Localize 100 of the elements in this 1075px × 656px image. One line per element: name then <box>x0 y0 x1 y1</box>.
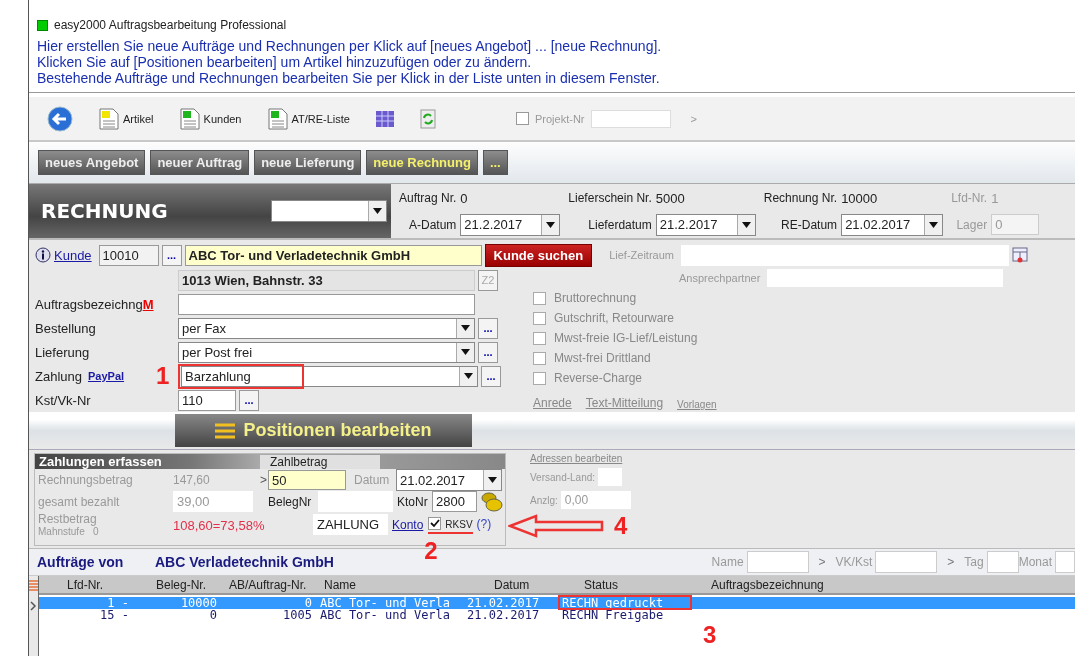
field-value: 0 <box>460 190 469 206</box>
toolbar-button[interactable]: Artikel <box>93 107 160 130</box>
field-label: Lieferschein Nr. <box>568 191 652 205</box>
table-cell-text: 1 - <box>106 597 129 609</box>
account-field[interactable]: 2800 <box>432 491 477 512</box>
window-title: easy2000 Auftragsbearbeitung Professional <box>54 18 287 32</box>
field-label: BelegNr <box>268 494 313 509</box>
date-dropdown[interactable]: 21.02.2017 <box>841 213 944 236</box>
date-dropdown[interactable]: 21.2.2017 <box>655 213 756 236</box>
toolbar-button[interactable]: Kunden <box>173 107 248 130</box>
dropdown[interactable]: per Post frei <box>178 341 475 363</box>
toolbar-button[interactable]: AT/RE-Liste <box>261 107 356 130</box>
field-value: 147,60 <box>173 473 211 487</box>
edit-positions-button[interactable]: Positionen bearbeiten <box>175 414 472 447</box>
table-cell-text: 10000 <box>179 597 217 609</box>
column-header[interactable]: AB/Auftrag-Nr. <box>229 577 324 592</box>
orders-title: Aufträge von <box>37 554 125 570</box>
deposit-field: 0,00 <box>560 491 631 509</box>
input-field[interactable]: 110 <box>178 389 236 411</box>
account-link[interactable]: Konto <box>392 518 424 532</box>
mandatory-mark: M <box>142 296 154 312</box>
annotation-number: 3 <box>703 623 718 647</box>
date-dropdown[interactable]: 21.2.2017 <box>460 213 561 236</box>
table-cell-text: 1005 <box>282 609 312 621</box>
more-button[interactable]: ... <box>161 244 182 266</box>
field-label: Bestellung <box>35 320 96 336</box>
field-label: Restbetrag <box>38 512 98 526</box>
more-button[interactable]: ... <box>239 389 259 411</box>
table-cell-text: 0 <box>208 609 217 621</box>
arrow-text: > <box>690 112 697 125</box>
option-label: Reverse-Charge <box>554 371 643 385</box>
table-cell-text: RECHN Freigabe <box>562 609 665 621</box>
more-button[interactable]: ... <box>478 341 498 363</box>
filter-label: Tag <box>964 555 984 569</box>
help-link[interactable]: (?) <box>476 517 492 531</box>
section-title: Zahlungen erfassen <box>35 454 260 469</box>
filter-label: VK/Kst <box>835 555 873 569</box>
table-cell-text: 21.02.2017 <box>467 609 541 621</box>
payment-text-field[interactable]: ZAHLUNG <box>313 514 388 535</box>
column-header[interactable]: Name <box>324 577 479 592</box>
customer-number-field[interactable]: 10010 <box>98 244 159 266</box>
field-label: Auftragsbezeichng <box>35 296 143 312</box>
column-header[interactable]: Beleg-Nr. <box>134 577 229 592</box>
more-button[interactable]: ... <box>481 365 501 387</box>
table-cell-text: 15 - <box>99 609 129 621</box>
field-label: Lieferung <box>35 344 90 360</box>
rest-value: 108,60=73,58% <box>173 518 266 533</box>
project-label: Projekt-Nr <box>535 112 585 125</box>
action-button[interactable]: neue Lieferung <box>254 150 362 175</box>
option-label: Gutschrift, Retourware <box>554 311 675 325</box>
column-header[interactable]: Datum <box>479 577 574 592</box>
field-value: 1 <box>991 190 1000 206</box>
field-label: KtoNr <box>397 494 429 509</box>
arrow-text: > <box>818 555 826 569</box>
annotation-number: 4 <box>614 514 628 538</box>
column-header[interactable]: Auftragsbezeichnung <box>711 577 911 592</box>
field-label: Lfd-Nr. <box>951 191 988 206</box>
field-label: Kst/Vk-Nr <box>35 392 91 408</box>
filter-label: Monat <box>1018 555 1052 569</box>
dropdown[interactable]: per Fax <box>178 317 475 339</box>
dunning-level: Mahnstufe 0 <box>38 526 100 537</box>
field-label: Rechnung Nr. <box>763 191 838 205</box>
paypal-link[interactable]: PayPal <box>88 370 125 382</box>
arrow-text: > <box>947 555 955 569</box>
address-field: 1013 Wien, Bahnstr. 33 <box>178 269 475 291</box>
document-type: RECHNUNG <box>41 199 168 223</box>
company-name: ABC Verladetechnik GmbH <box>155 554 334 570</box>
field-label: Datum <box>354 473 391 487</box>
instruction-text: Bestehende Aufträge und Rechnungen bearbeiten Sie per Klick in der Liste unten in diesem Fenster. <box>37 70 661 86</box>
period-label: Lief-Zeitraum <box>609 249 674 261</box>
dropdown[interactable]: Barzahlung <box>181 365 478 387</box>
amount-field[interactable]: 50 <box>268 470 346 490</box>
column-header[interactable]: Lfd-Nr. <box>39 577 134 592</box>
option-label: Mwst-freie IG-Lief/Leistung <box>554 331 698 345</box>
action-button[interactable]: neuer Auftrag <box>150 150 250 175</box>
table-cell-text: 0 <box>303 597 312 609</box>
contact-label: Ansprechpartner <box>679 272 761 284</box>
field-label: gesamt bezahlt <box>38 494 121 509</box>
instruction-text: Hier erstellen Sie neue Aufträge und Rechnungen per Klick auf [neues Angebot] ... [neue Rechnung]. <box>37 38 663 54</box>
action-button[interactable]: neues Angebot <box>38 150 146 175</box>
arrow-text: > <box>260 473 268 487</box>
table-cell-text: ABC Tor- und Verla <box>319 597 452 609</box>
amount-label: Zahlbetrag <box>260 454 380 469</box>
action-button[interactable]: neue Rechnung <box>366 150 478 175</box>
action-button[interactable]: ... <box>482 150 508 175</box>
date-dropdown[interactable]: 21.02.2017 <box>396 469 502 491</box>
field-label: RE-Datum <box>780 217 838 232</box>
paid-field: 39,00 <box>173 491 253 512</box>
customer-name-field[interactable]: ABC Tor- und Verladetechnik GmbH <box>184 244 482 266</box>
column-header[interactable]: Status <box>574 577 711 592</box>
field-label: Zahlung <box>35 368 82 384</box>
more-button[interactable]: ... <box>478 317 498 339</box>
field-label: Lieferdatum <box>587 217 652 232</box>
field-label: Lager <box>955 217 988 232</box>
field-value: 5000 <box>655 190 686 206</box>
search-customer-button[interactable]: Kunde suchen <box>484 243 593 267</box>
table-cell-text: ABC Tor- und Verla <box>319 609 452 621</box>
field-label: Auftrag Nr. <box>399 191 457 205</box>
rksv-label: RKSV <box>445 519 473 530</box>
customer-link[interactable]: Kunde <box>54 247 92 263</box>
